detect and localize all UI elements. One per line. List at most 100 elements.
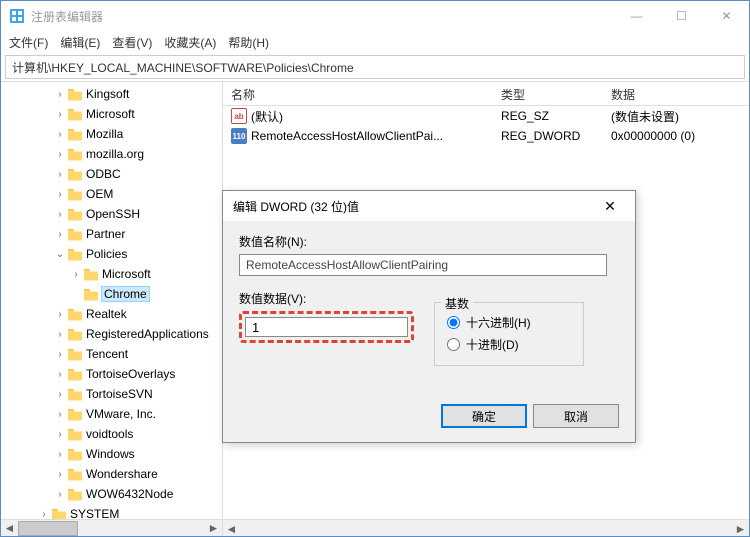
tree-item-odbc[interactable]: ›ODBC <box>3 164 220 184</box>
scroll-right-icon[interactable]: ► <box>205 520 222 537</box>
col-name[interactable]: 名称 <box>223 82 493 105</box>
tree-item-partner[interactable]: ›Partner <box>3 224 220 244</box>
title-bar[interactable]: 注册表编辑器 — ☐ ✕ <box>1 1 749 31</box>
chevron-right-icon[interactable]: › <box>53 367 67 381</box>
menu-file[interactable]: 文件(F) <box>9 34 48 51</box>
radio-dec-input[interactable] <box>447 338 460 351</box>
cancel-button[interactable]: 取消 <box>533 404 619 428</box>
chevron-right-icon[interactable]: › <box>53 307 67 321</box>
tree-item-wondershare[interactable]: ›Wondershare <box>3 464 220 484</box>
dialog-title-bar[interactable]: 编辑 DWORD (32 位)值 ✕ <box>223 191 635 221</box>
scroll-left-icon[interactable]: ◄ <box>1 520 18 537</box>
radio-hex-input[interactable] <box>447 316 460 329</box>
ok-button[interactable]: 确定 <box>441 404 527 428</box>
chevron-right-icon[interactable]: › <box>53 187 67 201</box>
tree-item-tortoiseoverlays[interactable]: ›TortoiseOverlays <box>3 364 220 384</box>
menu-favorites[interactable]: 收藏夹(A) <box>164 34 216 51</box>
menu-help[interactable]: 帮助(H) <box>228 34 269 51</box>
value-data-input[interactable] <box>245 317 408 337</box>
tree-item-label: Chrome <box>102 287 149 301</box>
folder-icon <box>67 447 83 461</box>
chevron-down-icon[interactable]: ⌄ <box>53 247 67 261</box>
tree-item-microsoft[interactable]: › Microsoft <box>3 264 220 284</box>
tree-item-microsoft[interactable]: › Microsoft <box>3 104 220 124</box>
col-type[interactable]: 类型 <box>493 82 603 105</box>
tree-item-tencent[interactable]: ›Tencent <box>3 344 220 364</box>
chevron-right-icon[interactable]: › <box>53 387 67 401</box>
dialog-close-button[interactable]: ✕ <box>595 198 625 215</box>
chevron-right-icon[interactable]: › <box>53 227 67 241</box>
tree-item-label: Microsoft <box>86 107 135 121</box>
minimize-button[interactable]: — <box>614 1 659 31</box>
chevron-right-icon[interactable]: › <box>53 207 67 221</box>
cell-name: ab(默认) <box>223 108 493 125</box>
expander-none <box>69 287 83 301</box>
chevron-right-icon[interactable]: › <box>53 87 67 101</box>
registry-tree[interactable]: ›Kingsoft›Microsoft›Mozilla›mozilla.org›… <box>1 82 222 536</box>
address-bar[interactable]: 计算机\HKEY_LOCAL_MACHINE\SOFTWARE\Policies… <box>5 55 745 79</box>
value-name: RemoteAccessHostAllowClientPai... <box>251 129 443 143</box>
folder-icon <box>67 467 83 481</box>
chevron-right-icon[interactable]: › <box>53 467 67 481</box>
cell-type: REG_DWORD <box>493 129 603 143</box>
folder-icon <box>67 347 83 361</box>
folder-icon <box>67 487 83 501</box>
tree-item-realtek[interactable]: ›Realtek <box>3 304 220 324</box>
folder-icon <box>67 227 83 241</box>
tree-item-openssh[interactable]: ›OpenSSH <box>3 204 220 224</box>
tree-pane: ›Kingsoft›Microsoft›Mozilla›mozilla.org›… <box>1 82 223 536</box>
folder-icon <box>67 307 83 321</box>
folder-icon <box>83 287 99 301</box>
cell-data: (数值未设置) <box>603 108 733 125</box>
tree-item-policies[interactable]: ⌄Policies <box>3 244 220 264</box>
scroll-right-icon[interactable]: ► <box>732 520 749 536</box>
tree-item-chrome[interactable]: Chrome <box>3 284 220 304</box>
tree-item-label: WOW6432Node <box>86 487 173 501</box>
folder-icon <box>67 107 83 121</box>
chevron-right-icon[interactable]: › <box>53 447 67 461</box>
tree-item-label: Microsoft <box>102 267 151 281</box>
maximize-button[interactable]: ☐ <box>659 1 704 31</box>
chevron-right-icon[interactable]: › <box>53 327 67 341</box>
chevron-right-icon[interactable]: › <box>53 487 67 501</box>
radio-dec[interactable]: 十进制(D) <box>447 333 571 355</box>
close-button[interactable]: ✕ <box>704 1 749 31</box>
tree-item-windows[interactable]: › Windows <box>3 444 220 464</box>
tree-item-kingsoft[interactable]: ›Kingsoft <box>3 84 220 104</box>
tree-item-mozilla-org[interactable]: ›mozilla.org <box>3 144 220 164</box>
tree-item-label: voidtools <box>86 427 133 441</box>
scroll-thumb[interactable] <box>18 521 78 536</box>
chevron-right-icon[interactable]: › <box>53 107 67 121</box>
tree-item-registeredapplications[interactable]: ›RegisteredApplications <box>3 324 220 344</box>
value-name: (默认) <box>251 108 283 125</box>
chevron-right-icon[interactable]: › <box>53 427 67 441</box>
tree-item-voidtools[interactable]: › voidtools <box>3 424 220 444</box>
list-row[interactable]: 110RemoteAccessHostAllowClientPai...REG_… <box>223 126 749 146</box>
scroll-left-icon[interactable]: ◄ <box>223 520 240 536</box>
radio-hex[interactable]: 十六进制(H) <box>447 311 571 333</box>
folder-icon <box>67 407 83 421</box>
tree-item-wow6432node[interactable]: › WOW6432Node <box>3 484 220 504</box>
radio-dec-label: 十进制(D) <box>466 336 519 353</box>
folder-icon <box>67 87 83 101</box>
chevron-right-icon[interactable]: › <box>69 267 83 281</box>
chevron-right-icon[interactable]: › <box>53 407 67 421</box>
col-data[interactable]: 数据 <box>603 82 733 105</box>
value-name-input[interactable] <box>239 254 607 276</box>
name-label: 数值名称(N): <box>239 233 619 250</box>
chevron-right-icon[interactable]: › <box>53 127 67 141</box>
chevron-right-icon[interactable]: › <box>53 347 67 361</box>
list-row[interactable]: ab(默认)REG_SZ(数值未设置) <box>223 106 749 126</box>
list-horizontal-scrollbar[interactable]: ◄ ► <box>223 519 749 536</box>
menu-edit[interactable]: 编辑(E) <box>60 34 100 51</box>
tree-horizontal-scrollbar[interactable]: ◄ ► <box>1 519 222 536</box>
tree-item-mozilla[interactable]: ›Mozilla <box>3 124 220 144</box>
tree-item-tortoisesvn[interactable]: ›TortoiseSVN <box>3 384 220 404</box>
chevron-right-icon[interactable]: › <box>53 167 67 181</box>
menu-view[interactable]: 查看(V) <box>112 34 152 51</box>
list-header: 名称 类型 数据 <box>223 82 749 106</box>
tree-item-vmware-inc-[interactable]: ›VMware, Inc. <box>3 404 220 424</box>
tree-item-oem[interactable]: ›OEM <box>3 184 220 204</box>
chevron-right-icon[interactable]: › <box>53 147 67 161</box>
tree-item-label: Windows <box>86 447 135 461</box>
